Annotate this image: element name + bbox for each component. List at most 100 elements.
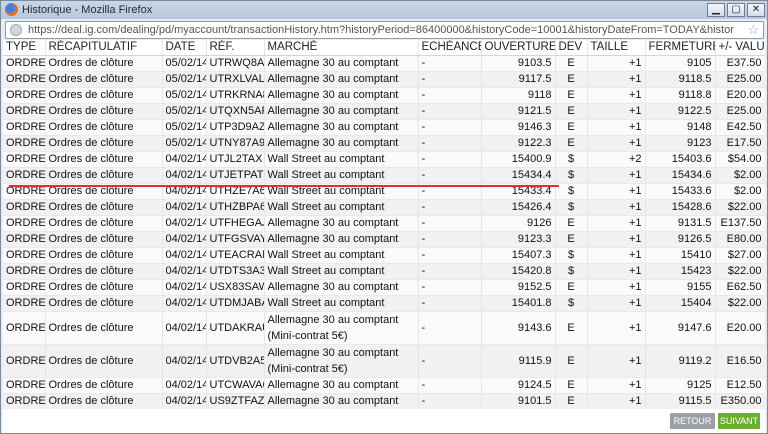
column-header-echeance[interactable]: ECHÉANCE <box>418 40 482 56</box>
column-header-ref[interactable]: RÉF. <box>206 40 265 56</box>
cell-ref: UTRKRNA8 <box>206 87 265 104</box>
cell-fermeture: 9122.5 <box>645 103 716 120</box>
cell-ouverture: 9123.3 <box>481 231 556 248</box>
cell-recapitulatif: Ordres de clôture <box>45 55 163 72</box>
cell-dev: E <box>555 87 588 104</box>
cell-taille: +1 <box>587 393 646 410</box>
table-row[interactable]: ORDRE Ordres de clôture 04/02/14 UTJL2TAX Wa… <box>3 151 765 168</box>
table-row[interactable]: ORDRE Ordres de clôture 05/02/14 UTNY87A9 Al… <box>3 135 765 152</box>
cell-taille: +1 <box>587 247 646 264</box>
table-row[interactable]: ORDREOrdres de clôture05/02/14UTRWQ8APAl… <box>3 55 765 72</box>
cell-date: 04/02/14 <box>162 311 207 345</box>
cell-ouverture: 9126 <box>481 215 556 232</box>
table-row[interactable]: ORDRE Ordres de clôture 05/02/14 UTRXLVAL Al… <box>3 71 765 88</box>
cell-marche: Allemagne 30 au comptant <box>264 393 419 410</box>
cell-ref: UTFGSVAY <box>206 231 265 248</box>
close-button[interactable]: ✕ <box>747 3 765 17</box>
cell-date: 04/02/14 <box>162 247 207 264</box>
cell-fermeture: 9105 <box>645 55 716 72</box>
cell-taille: +1 <box>587 279 646 296</box>
cell-recapitulatif: Ordres de clôture <box>45 279 163 296</box>
cell-marche: Wall Street au comptant <box>264 199 419 216</box>
cell-fermeture: 9118.5 <box>645 71 716 88</box>
cell-ouverture: 15407.3 <box>481 247 556 264</box>
cell-date: 04/02/14 <box>162 295 207 312</box>
cell-dev: $ <box>555 151 588 168</box>
cell-date: 05/02/14 <box>162 87 207 104</box>
cell-dev: E <box>555 393 588 410</box>
cell-fermeture: 9119.2 <box>645 344 716 378</box>
cell-taille: +1 <box>587 135 646 152</box>
cell-dev: E <box>555 103 588 120</box>
cell-echeance: - <box>418 344 482 378</box>
cell-taille: +1 <box>587 71 646 88</box>
cell-dev: E <box>555 231 588 248</box>
cell-echeance: - <box>418 71 482 88</box>
bookmark-star-icon[interactable]: ☆ <box>747 22 759 38</box>
suivant-button[interactable]: SUIVANT <box>718 413 760 429</box>
cell-echeance: - <box>418 311 482 345</box>
cell-marche: Allemagne 30 au comptant <box>264 71 419 88</box>
cell-values: $2.00 <box>715 167 765 184</box>
table-row[interactable]: ORDRE Ordres de clôture 04/02/14 UTJETPAT Wa… <box>3 167 765 184</box>
table-row[interactable]: ORDRE Ordres de clôture 05/02/14 UTP3D9AZ Al… <box>3 119 765 136</box>
cell-date: 04/02/14 <box>162 167 207 184</box>
cell-taille: +2 <box>587 151 646 168</box>
table-row[interactable]: ORDRE Ordres de clôture 04/02/14 USX83SAW Al… <box>3 279 765 296</box>
column-header-ouverture[interactable]: OUVERTURE <box>481 40 556 56</box>
column-header-marche[interactable]: MARCHÉ <box>264 40 419 56</box>
column-header-values[interactable]: +/- VALUES <box>715 40 765 56</box>
cell-echeance: - <box>418 231 482 248</box>
column-header-type[interactable]: TYPE <box>3 40 46 56</box>
cell-dev: E <box>555 55 588 72</box>
cell-recapitulatif: Ordres de clôture <box>45 231 163 248</box>
cell-ref: UTDVB2A5 <box>206 344 265 378</box>
minimize-button[interactable]: ▁ <box>707 3 725 17</box>
browser-window: Historique - Mozilla Firefox ▁ ▢ ✕ https… <box>0 0 768 434</box>
cell-recapitulatif: Ordres de clôture <box>45 167 163 184</box>
title-bar[interactable]: Historique - Mozilla Firefox ▁ ▢ ✕ <box>1 1 767 19</box>
cell-recapitulatif: Ordres de clôture <box>45 119 163 136</box>
table-row[interactable]: ORDRE Ordres de clôture 04/02/14 UTFHEGAJ Al… <box>3 215 765 232</box>
table-row[interactable]: ORDRE Ordres de clôture 04/02/14 UTDAKRAU Al… <box>3 311 765 345</box>
cell-recapitulatif: Ordres de clôture <box>45 344 163 378</box>
cell-taille: +1 <box>587 263 646 280</box>
cell-values: E20.00 <box>715 87 765 104</box>
cell-dev: $ <box>555 199 588 216</box>
column-header-taille[interactable]: TAILLE <box>587 40 646 56</box>
cell-ouverture: 9124.5 <box>481 377 556 394</box>
cell-dev: E <box>555 344 588 378</box>
cell-ref: UTRWQ8AP <box>206 55 265 72</box>
table-row[interactable]: ORDRE Ordres de clôture 04/02/14 UTFGSVAY Al… <box>3 231 765 248</box>
table-row[interactable]: ORDRE Ordres de clôture 04/02/14 UTDTS3A3 Wa… <box>3 263 765 280</box>
cell-ref: UTCWAVA6 <box>206 377 265 394</box>
table-row[interactable]: ORDRE Ordres de clôture 05/02/14 UTRKRNA8 Al… <box>3 87 765 104</box>
cell-values: $27.00 <box>715 247 765 264</box>
table-row[interactable]: ORDREOrdres de clôture04/02/14UTEACRAMWa… <box>3 247 765 264</box>
address-bar[interactable]: https://deal.ig.com/dealing/pd/myaccount… <box>5 21 764 39</box>
table-row[interactable]: ORDRE Ordres de clôture 04/02/14 UTDMJABA Wa… <box>3 295 765 312</box>
table-row[interactable]: ORDRE Ordres de clôture 05/02/14 UTQXN5AP Al… <box>3 103 765 120</box>
table-row[interactable]: ORDRE Ordres de clôture 04/02/14 UTCWAVA6 Al… <box>3 377 765 394</box>
cell-values: $54.00 <box>715 151 765 168</box>
maximize-button[interactable]: ▢ <box>727 3 745 17</box>
table-row[interactable]: ORDRE Ordres de clôture 04/02/14 UTDVB2A5 Al… <box>3 344 765 378</box>
column-header-fermeture[interactable]: FERMETURE <box>645 40 716 56</box>
column-header-date[interactable]: DATE <box>162 40 207 56</box>
firefox-icon <box>5 3 18 16</box>
cell-echeance: - <box>418 103 482 120</box>
cell-values: E62.50 <box>715 279 765 296</box>
cell-date: 04/02/14 <box>162 344 207 378</box>
retour-button[interactable]: RETOUR <box>670 413 715 429</box>
table-row[interactable]: ORDRE Ordres de clôture 04/02/14 US9ZTFAZ Al… <box>3 393 765 410</box>
cell-fermeture: 15433.6 <box>645 183 716 200</box>
cell-echeance: - <box>418 119 482 136</box>
url-text[interactable]: https://deal.ig.com/dealing/pd/myaccount… <box>28 24 734 36</box>
cell-recapitulatif: Ordres de clôture <box>45 263 163 280</box>
column-header-dev[interactable]: DEV <box>555 40 588 56</box>
site-identity-icon[interactable] <box>10 24 22 36</box>
table-row[interactable]: ORDRE Ordres de clôture 04/02/14 UTHZBPA6 Wa… <box>3 199 765 216</box>
cell-type: ORDRE <box>3 295 46 312</box>
column-header-recapitulatif[interactable]: RÉCAPITULATIF <box>45 40 163 56</box>
cell-date: 04/02/14 <box>162 151 207 168</box>
